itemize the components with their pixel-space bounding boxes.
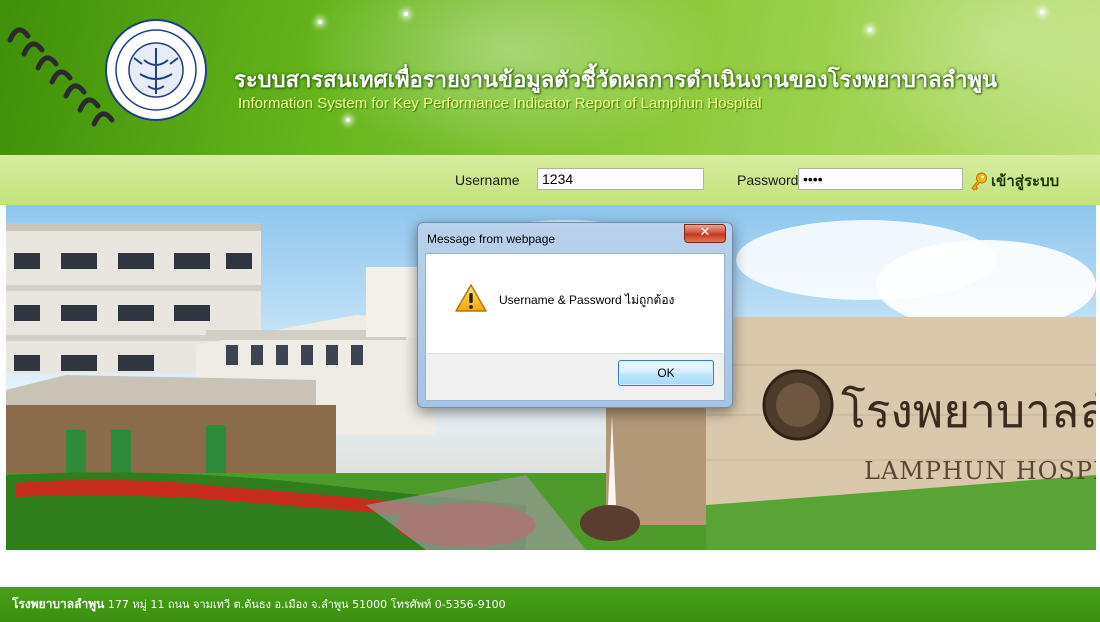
ok-button[interactable]: OK [618,360,714,386]
hospital-seal-icon [105,19,207,121]
password-input[interactable] [798,168,963,190]
site-footer: โรงพยาบาลลำพูน 177 หมู่ 11 ถนน จามเทวี ต… [0,587,1100,622]
login-button[interactable]: เข้าสู่ระบบ [969,169,1059,193]
page-title-thai: ระบบสารสนเทศเพื่อรายงานข้อมูลตัวชี้วัดผล… [234,68,998,93]
username-input[interactable] [537,168,704,190]
banner-sign-english: LAMPHUN HOSPITAL [864,457,1096,485]
dialog-caption: Message from webpage [427,232,556,246]
sparkle-decoration [404,12,408,16]
dialog-body: Username & Password ไม่ถูกต้อง [425,253,725,353]
dialog-message: Username & Password ไม่ถูกต้อง [499,293,675,307]
login-button-label: เข้าสู่ระบบ [991,172,1060,190]
site-header: ระบบสารสนเทศเพื่อรายงานข้อมูลตัวชี้วัดผล… [0,0,1100,155]
close-icon: ✕ [699,225,711,240]
warning-icon [455,284,487,312]
footer-hospital-name: โรงพยาบาลลำพูน [12,597,105,611]
sparkle-decoration [346,118,350,122]
password-label: Password [737,172,799,188]
notebook-spiral-icon [7,27,115,127]
sparkle-decoration [1040,10,1044,14]
key-icon [971,172,987,191]
page-title-english: Information System for Key Performance I… [238,95,762,112]
footer-address: 177 หมู่ 11 ถนน จามเทวี ต.ต้นธง อ.เมือง … [104,598,506,611]
login-bar: Username Password เข้าสู่ระบบ [0,155,1100,205]
close-button[interactable]: ✕ [684,224,726,243]
alert-dialog: Message from webpage ✕ Username & Passwo… [417,222,733,408]
banner-sign-thai: โรงพยาบาลลำพูน [841,384,1096,439]
sparkle-decoration [868,28,872,32]
sparkle-decoration [318,20,322,24]
username-label: Username [455,172,520,188]
